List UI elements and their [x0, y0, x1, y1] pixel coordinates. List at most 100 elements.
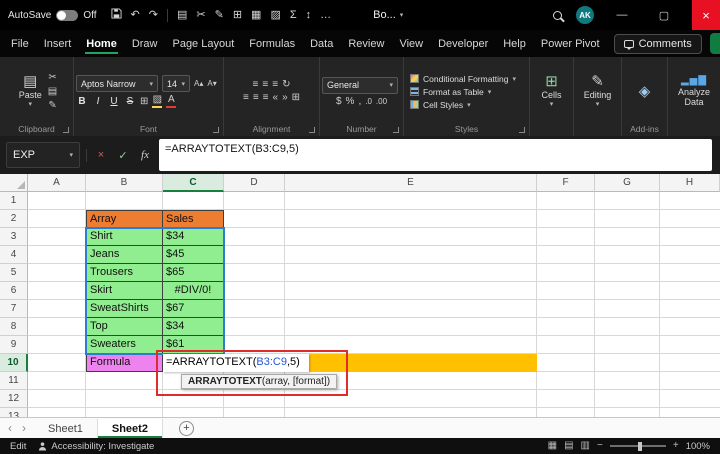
tab-formulas[interactable]: Formulas [248, 33, 296, 55]
tab-insert[interactable]: Insert [43, 33, 73, 55]
cell-C5[interactable]: $65 [163, 264, 224, 282]
tab-draw[interactable]: Draw [131, 33, 159, 55]
tab-page-layout[interactable]: Page Layout [171, 33, 235, 55]
maximize-button[interactable]: ▢ [650, 0, 678, 30]
column-header-G[interactable]: G [595, 174, 660, 192]
tab-power-pivot[interactable]: Power Pivot [540, 33, 601, 55]
sheet-tab-sheet2[interactable]: Sheet2 [97, 419, 163, 438]
number-dialog-launcher-icon[interactable] [393, 127, 399, 133]
minimize-button[interactable]: — [608, 0, 636, 30]
shrink-font-icon[interactable]: A▾ [207, 79, 216, 88]
chart-icon[interactable]: ▦ [251, 9, 261, 21]
autosum-icon[interactable]: Σ [290, 9, 297, 21]
column-header-B[interactable]: B [86, 174, 163, 192]
font-size-select[interactable]: 14 ▾ [162, 75, 190, 92]
save-icon[interactable] [110, 8, 122, 22]
increase-decimal-icon[interactable]: .0 [365, 97, 372, 106]
new-sheet-button[interactable]: + [178, 420, 194, 436]
zoom-in-icon[interactable]: + [673, 441, 679, 451]
percent-format-icon[interactable]: % [346, 96, 355, 107]
cell-B6[interactable]: Skirt [86, 282, 163, 300]
tab-help[interactable]: Help [502, 33, 527, 55]
number-format-select[interactable]: General ▾ [322, 76, 398, 94]
row-header-1[interactable]: 1 [0, 192, 28, 210]
cell-C4[interactable]: $45 [163, 246, 224, 264]
zoom-slider[interactable] [609, 441, 666, 451]
clipboard-dialog-launcher-icon[interactable] [63, 127, 69, 133]
tab-review[interactable]: Review [347, 33, 385, 55]
strikethrough-button[interactable]: S [124, 96, 136, 107]
align-top-icon[interactable]: ≡ [253, 80, 259, 90]
row-header-6[interactable]: 6 [0, 282, 28, 300]
cut-icon[interactable]: ✂ [48, 72, 57, 83]
comments-button[interactable]: Comments [613, 33, 702, 54]
tab-file[interactable]: File [10, 33, 30, 55]
bold-button[interactable]: B [76, 96, 88, 107]
cell-C9[interactable]: $61 [163, 336, 224, 354]
font-dialog-launcher-icon[interactable] [213, 127, 219, 133]
analyze-data-button[interactable]: ▂▅▇ Analyze Data [670, 60, 718, 123]
column-header-D[interactable]: D [224, 174, 285, 192]
orientation-icon[interactable]: ↻ [282, 80, 290, 90]
row-header-12[interactable]: 12 [0, 390, 28, 408]
editing-button[interactable]: ✎ Editing ▾ [581, 60, 615, 123]
copy-icon[interactable]: ▤ [48, 86, 57, 97]
cell-B8[interactable]: Top [86, 318, 163, 336]
align-right-icon[interactable]: ≡ [263, 93, 269, 103]
cell-B7[interactable]: SweatShirts [86, 300, 163, 318]
cut-icon[interactable]: ✂ [196, 9, 205, 21]
tab-developer[interactable]: Developer [437, 33, 489, 55]
search-icon[interactable] [553, 10, 562, 20]
select-all-button[interactable] [0, 174, 28, 192]
normal-view-icon[interactable]: ▦ [548, 441, 557, 451]
row-header-4[interactable]: 4 [0, 246, 28, 264]
cell-C6[interactable]: #DIV/0! [163, 282, 224, 300]
align-left-icon[interactable]: ≡ [243, 93, 249, 103]
decrease-indent-icon[interactable]: « [273, 93, 279, 103]
column-header-A[interactable]: A [28, 174, 86, 192]
row-header-7[interactable]: 7 [0, 300, 28, 318]
column-header-F[interactable]: F [537, 174, 595, 192]
cell-C10-formula-edit[interactable]: =ARRAYTOTEXT(B3:C9,5) [163, 354, 309, 372]
redo-icon[interactable]: ↷ [149, 9, 158, 21]
column-header-C[interactable]: C [163, 174, 224, 192]
cells-button[interactable]: ⊞ Cells ▾ [538, 60, 564, 123]
cell-C7[interactable]: $67 [163, 300, 224, 318]
align-center-icon[interactable]: ≡ [253, 93, 259, 103]
font-name-select[interactable]: Aptos Narrow ▾ [76, 75, 158, 92]
close-button[interactable]: × [692, 0, 720, 30]
cell-C3[interactable]: $34 [163, 228, 224, 246]
merge-center-icon[interactable]: ⊞ [292, 93, 300, 103]
zoom-out-icon[interactable]: − [597, 441, 603, 451]
align-bottom-icon[interactable]: ≡ [272, 80, 278, 90]
row-header-13[interactable]: 13 [0, 408, 28, 417]
row-header-9[interactable]: 9 [0, 336, 28, 354]
conditional-formatting-button[interactable]: Conditional Formatting ▾ [410, 74, 516, 84]
column-header-H[interactable]: H [660, 174, 720, 192]
insert-function-icon[interactable]: fx [137, 149, 153, 161]
paste-button[interactable]: ▤ Paste ▾ [16, 60, 45, 123]
row-header-2[interactable]: 2 [0, 210, 28, 228]
grow-font-icon[interactable]: A▴ [194, 79, 203, 88]
cancel-icon[interactable]: × [93, 149, 109, 161]
enter-icon[interactable]: ✓ [115, 149, 131, 162]
increase-indent-icon[interactable]: » [282, 93, 288, 103]
tab-home[interactable]: Home [85, 33, 118, 55]
decrease-decimal-icon[interactable]: .00 [376, 97, 387, 106]
row-header-8[interactable]: 8 [0, 318, 28, 336]
cell-B5[interactable]: Trousers [86, 264, 163, 282]
undo-icon[interactable]: ↶ [131, 9, 140, 21]
page-break-view-icon[interactable]: ▥ [581, 441, 590, 451]
table-icon[interactable]: ⊞ [233, 9, 242, 21]
alignment-dialog-launcher-icon[interactable] [309, 127, 315, 133]
row-header-3[interactable]: 3 [0, 228, 28, 246]
comma-format-icon[interactable]: , [358, 96, 361, 107]
name-box[interactable]: EXP ▾ [6, 142, 80, 168]
cell-B10[interactable]: Formula [86, 354, 163, 372]
fill-color-icon[interactable]: ▨ [270, 9, 280, 21]
cell-styles-button[interactable]: Cell Styles ▾ [410, 100, 471, 110]
row-header-5[interactable]: 5 [0, 264, 28, 282]
share-button[interactable]: ↗ Share ▾ [709, 33, 720, 54]
align-middle-icon[interactable]: ≡ [262, 80, 268, 90]
addins-button[interactable]: ◈ [636, 60, 654, 123]
